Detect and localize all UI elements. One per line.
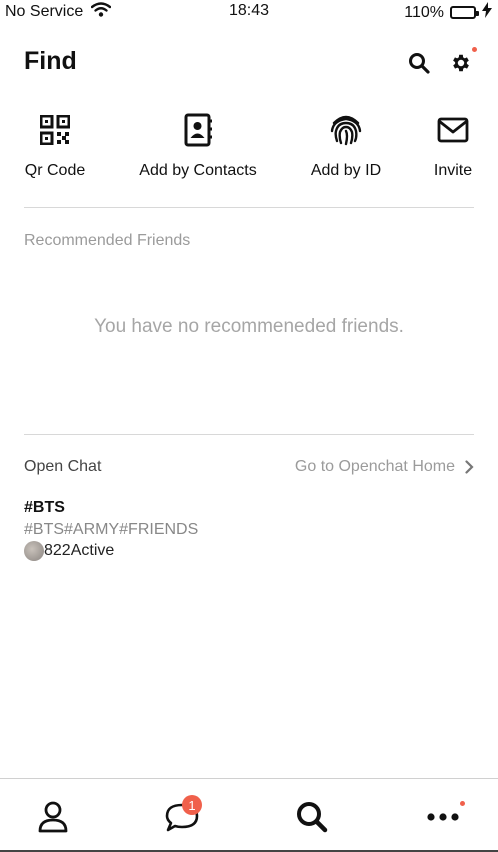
search-icon xyxy=(297,802,328,833)
status-right: 110% xyxy=(404,2,492,23)
recommended-friends-label: Recommended Friends xyxy=(24,232,191,249)
gear-icon xyxy=(453,54,469,72)
nav-more[interactable] xyxy=(423,797,465,837)
open-chat-title: Open Chat xyxy=(24,458,102,475)
nav-chats[interactable]: 1 xyxy=(162,795,202,837)
add-by-id-label: Add by ID xyxy=(310,162,382,179)
openchat-home-label: Go to Openchat Home xyxy=(294,458,455,475)
header: Find xyxy=(24,44,477,84)
settings-notification-dot xyxy=(472,47,477,52)
page-title: Find xyxy=(24,47,77,75)
search-icon xyxy=(409,53,430,74)
invite-label: Invite xyxy=(433,162,473,179)
header-actions xyxy=(406,47,477,76)
add-by-contacts-label: Add by Contacts xyxy=(139,162,257,179)
chat-status: Active xyxy=(70,542,115,559)
search-button[interactable] xyxy=(406,50,432,76)
divider-middle xyxy=(24,434,474,435)
add-by-id-action[interactable]: Add by ID xyxy=(306,112,386,180)
qr-code-label: Qr Code xyxy=(24,162,86,179)
add-by-contacts-action[interactable]: Add by Contacts xyxy=(135,112,261,180)
settings-button[interactable] xyxy=(448,47,477,76)
bottom-nav: 1 xyxy=(0,778,498,852)
no-recommended-message: You have no recommeneded friends. xyxy=(94,316,404,337)
qr-code-icon xyxy=(37,112,73,148)
nav-find[interactable] xyxy=(292,797,332,837)
friends-icon xyxy=(38,801,68,833)
status-bar: No Service 18:43 110% xyxy=(0,0,498,24)
more-notification-dot xyxy=(460,801,465,806)
chat-meta: 822 Active xyxy=(24,541,198,561)
fingerprint-icon xyxy=(328,112,364,148)
go-to-openchat-home-link[interactable]: Go to Openchat Home xyxy=(295,458,474,476)
invite-action[interactable]: Invite xyxy=(428,112,478,180)
chat-tags: #BTS#ARMY#FRIENDS xyxy=(24,521,199,538)
avatar xyxy=(24,541,44,561)
battery-icon xyxy=(450,6,479,19)
divider-top xyxy=(24,207,474,208)
charging-bolt-icon xyxy=(482,2,492,23)
more-icon xyxy=(427,813,459,821)
chat-name: #BTS xyxy=(24,499,65,516)
battery-percent: 110% xyxy=(404,3,444,21)
chevron-right-icon xyxy=(465,460,474,474)
chat-unread-badge: 1 xyxy=(182,795,202,815)
quick-actions: Qr Code Add by Contacts Add by ID Invite xyxy=(0,112,498,188)
member-count: 822 xyxy=(44,542,71,559)
open-chat-item[interactable]: #BTS #BTS#ARMY#FRIENDS 822 Active xyxy=(24,499,198,561)
find-screen: No Service 18:43 110% Find Qr Code Add b… xyxy=(0,0,498,852)
envelope-icon xyxy=(435,112,471,148)
contacts-book-icon xyxy=(180,112,216,148)
qr-code-action[interactable]: Qr Code xyxy=(24,112,86,180)
nav-friends[interactable] xyxy=(33,797,73,837)
